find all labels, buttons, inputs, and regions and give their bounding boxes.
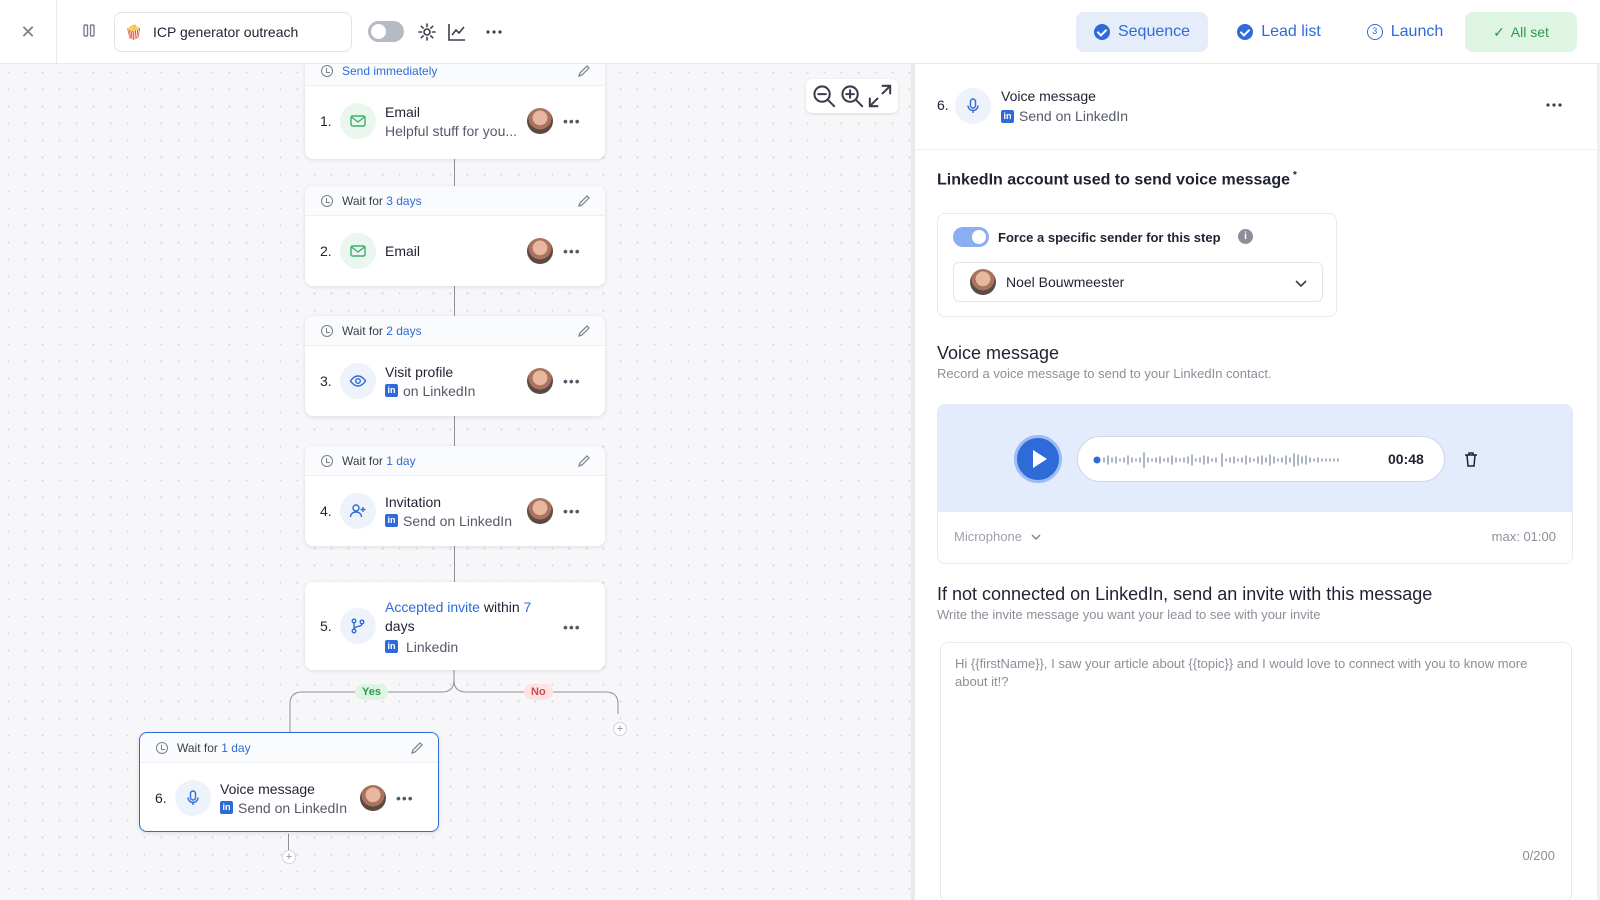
add-user-icon xyxy=(340,493,376,529)
tab-sequence[interactable]: Sequence xyxy=(1076,12,1208,52)
more-icon[interactable]: ••• xyxy=(563,113,583,129)
clock-icon xyxy=(321,324,333,337)
invite-message-textarea[interactable]: Hi {{firstName}}, I saw your article abo… xyxy=(940,642,1572,900)
edit-icon[interactable] xyxy=(410,741,424,755)
edit-icon[interactable] xyxy=(577,64,591,78)
edit-icon[interactable] xyxy=(577,454,591,468)
account-section-title: LinkedIn account used to send voice mess… xyxy=(937,170,1297,189)
chevron-down-icon xyxy=(1031,534,1041,540)
sender-settings-box: Force a specific sender for this step i … xyxy=(937,213,1337,317)
sequence-step[interactable]: Wait for 3 days 2. Email ••• xyxy=(305,186,605,286)
branch-icon xyxy=(340,608,376,644)
eye-icon xyxy=(340,363,376,399)
linkedin-icon: in xyxy=(220,801,233,814)
char-count: 0/200 xyxy=(1522,848,1555,863)
avatar xyxy=(527,238,553,264)
info-icon[interactable]: i xyxy=(1238,229,1253,244)
edit-icon[interactable] xyxy=(577,194,591,208)
linkedin-icon: in xyxy=(385,514,398,527)
play-button[interactable] xyxy=(1014,435,1062,483)
avatar xyxy=(527,368,553,394)
zoom-controls xyxy=(806,79,898,113)
clock-icon xyxy=(321,64,333,77)
all-set-button[interactable]: ✓ All set xyxy=(1465,12,1577,52)
connector-line xyxy=(288,834,289,850)
step-details-panel: 6. Voice message in Send on LinkedIn Link… xyxy=(915,64,1600,900)
campaign-name: ICP generator outreach xyxy=(153,24,299,40)
audio-waveform[interactable]: 00:48 xyxy=(1077,436,1445,482)
divider xyxy=(56,0,57,64)
zoom-out-icon[interactable] xyxy=(810,82,838,110)
check-icon: ✓ xyxy=(1493,23,1505,40)
more-icon[interactable]: ••• xyxy=(563,243,583,259)
sequence-step-selected[interactable]: Wait for 1 day 6. Voice message in Send on… xyxy=(139,732,439,832)
voice-recorder: 00:48 Microphone max: 01:00 xyxy=(937,404,1573,564)
more-icon[interactable] xyxy=(483,21,505,43)
tab-launch[interactable]: 3 Launch xyxy=(1350,12,1460,52)
fit-view-icon[interactable] xyxy=(866,82,894,110)
top-bar: ✕ 🍿 ICP generator outreach Sequence Lead… xyxy=(0,0,1600,64)
campaign-name-field[interactable]: 🍿 ICP generator outreach xyxy=(114,12,352,52)
branch-yes-badge: Yes xyxy=(355,684,388,700)
more-icon[interactable]: ••• xyxy=(563,619,583,635)
popcorn-icon: 🍿 xyxy=(125,23,143,40)
invite-section-title: If not connected on LinkedIn, send an in… xyxy=(937,584,1433,604)
clock-icon xyxy=(156,741,168,754)
step-number-icon: 3 xyxy=(1366,24,1383,40)
panel-title: Voice message xyxy=(1001,88,1096,104)
mail-icon xyxy=(340,233,376,269)
play-icon xyxy=(1033,450,1047,468)
tab-lead-list[interactable]: Lead list xyxy=(1224,12,1334,52)
trash-icon[interactable] xyxy=(1462,450,1480,468)
zoom-in-icon[interactable] xyxy=(838,82,866,110)
analytics-icon[interactable] xyxy=(446,21,468,43)
panel-header: 6. Voice message in Send on LinkedIn xyxy=(915,64,1600,150)
edit-icon[interactable] xyxy=(577,324,591,338)
force-sender-toggle[interactable] xyxy=(953,227,989,247)
close-icon[interactable]: ✕ xyxy=(17,22,39,44)
gear-icon[interactable] xyxy=(416,21,438,43)
linkedin-icon: in xyxy=(1001,109,1014,123)
check-circle-icon xyxy=(1237,24,1254,40)
microphone-icon xyxy=(175,780,211,816)
check-circle-icon xyxy=(1093,24,1110,40)
more-icon[interactable]: ••• xyxy=(563,503,583,519)
avatar xyxy=(360,785,386,811)
max-duration: max: 01:00 xyxy=(1491,529,1556,544)
microphone-icon xyxy=(955,88,991,124)
more-icon[interactable] xyxy=(1543,94,1565,116)
mail-icon xyxy=(340,103,376,139)
linkedin-icon: in xyxy=(385,640,398,653)
sequence-step[interactable]: Wait for 2 days 3. Visit profile in on Lin… xyxy=(305,316,605,416)
linkedin-icon: in xyxy=(385,384,398,397)
condition-step[interactable]: 5. Accepted invite within 7 days in Linked… xyxy=(305,582,605,670)
microphone-select[interactable]: Microphone xyxy=(954,529,1042,544)
chevron-down-icon xyxy=(1295,280,1307,288)
avatar xyxy=(527,498,553,524)
sequence-step[interactable]: Send immediately 1. Email Helpful stuff f… xyxy=(305,64,605,159)
voice-section-subtitle: Record a voice message to send to your L… xyxy=(937,366,1272,381)
pause-icon[interactable] xyxy=(80,22,98,40)
campaign-active-toggle[interactable] xyxy=(368,21,404,42)
sender-select[interactable]: Noel Bouwmeester xyxy=(953,262,1323,302)
more-icon[interactable]: ••• xyxy=(563,373,583,389)
avatar xyxy=(527,108,553,134)
waveform-icon xyxy=(1093,452,1339,468)
clock-icon xyxy=(321,194,333,207)
voice-section-title: Voice message xyxy=(937,343,1060,363)
invite-section-subtitle: Write the invite message you want your l… xyxy=(937,607,1321,622)
more-icon[interactable]: ••• xyxy=(396,790,416,806)
add-step-button[interactable]: + xyxy=(613,722,627,736)
sequence-canvas[interactable]: Send immediately 1. Email Helpful stuff f… xyxy=(0,64,912,900)
sequence-step[interactable]: Wait for 1 day 4. Invitation in Send on Li… xyxy=(305,446,605,546)
avatar xyxy=(970,269,996,295)
branch-no-badge: No xyxy=(524,684,553,700)
clock-icon xyxy=(321,454,333,467)
add-step-button[interactable]: + xyxy=(282,850,296,864)
